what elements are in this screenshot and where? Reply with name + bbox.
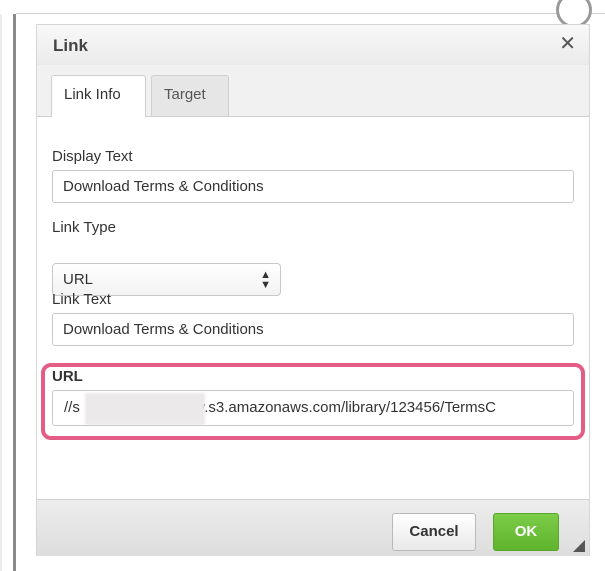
display-text-label: Display Text — [52, 148, 133, 165]
ok-button[interactable]: OK — [493, 513, 559, 551]
resize-grip-icon[interactable] — [573, 540, 585, 552]
updown-arrows-icon: ▲ ▼ — [260, 269, 271, 291]
url-value-suffix: ry.s3.amazonaws.com/library/123456/Terms… — [192, 399, 497, 416]
left-border-rule — [13, 14, 16, 571]
link-type-label: Link Type — [52, 219, 116, 236]
link-text-input[interactable] — [52, 313, 574, 346]
link-dialog: Link ✕ Link Info Target Display Text Lin… — [36, 24, 590, 556]
dialog-title: Link — [53, 36, 88, 55]
dialog-footer: Cancel OK — [37, 499, 589, 556]
left-faint-edge — [0, 14, 2, 571]
tab-bar: Link Info Target — [37, 65, 589, 117]
tab-link-info-label: Link Info — [64, 86, 121, 103]
url-label: URL — [52, 368, 83, 385]
cancel-button[interactable]: Cancel — [392, 513, 476, 551]
dialog-titlebar[interactable]: Link ✕ — [37, 25, 589, 66]
tab-target[interactable]: Target — [151, 75, 229, 116]
display-text-input[interactable] — [52, 170, 574, 203]
top-border-rule — [16, 13, 605, 14]
link-text-label: Link Text — [52, 291, 111, 308]
url-input[interactable]: //s ry.s3.amazonaws.com/library/123456/Te… — [52, 390, 574, 426]
url-value-prefix: //s — [64, 399, 80, 416]
tab-target-label: Target — [164, 86, 206, 103]
tab-link-info[interactable]: Link Info — [51, 75, 146, 117]
close-icon[interactable]: ✕ — [559, 34, 576, 54]
link-type-value: URL — [63, 271, 94, 288]
url-redaction-blur — [85, 393, 205, 425]
